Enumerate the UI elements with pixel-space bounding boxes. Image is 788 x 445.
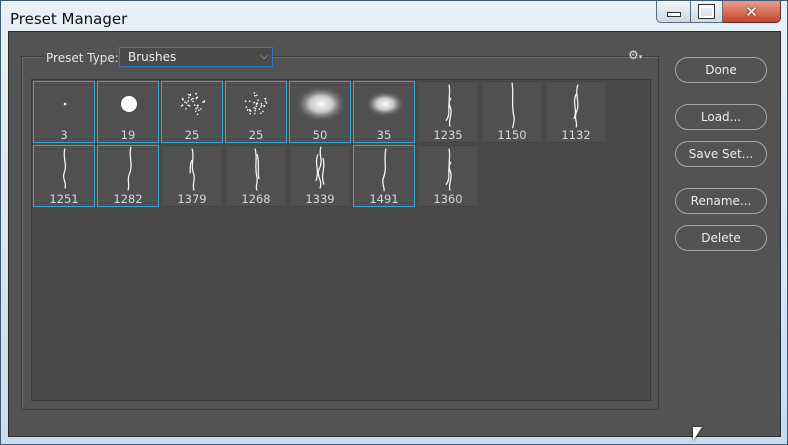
minimize-icon <box>666 12 681 17</box>
brush-tile[interactable]: 1251 <box>33 145 95 207</box>
preset-type-label: Preset Type: <box>43 51 122 65</box>
brush-tile[interactable]: 25 <box>161 81 223 143</box>
brush-size-label: 1251 <box>49 192 79 206</box>
caption-buttons: ✕ <box>656 1 781 25</box>
brush-size-label: 3 <box>60 128 68 142</box>
brush-tile[interactable]: 1132 <box>545 81 607 143</box>
window-title: Preset Manager <box>10 10 128 28</box>
brush-size-label: 1282 <box>113 192 143 206</box>
brush-preview-icon <box>445 84 452 127</box>
delete-button[interactable]: Delete <box>675 225 767 251</box>
brush-preview-icon <box>244 92 268 115</box>
close-button[interactable]: ✕ <box>723 1 781 23</box>
brush-preview-icon <box>295 86 347 122</box>
brush-preview-icon <box>573 84 579 128</box>
brush-preview-icon <box>62 148 67 189</box>
brush-preview-icon <box>315 146 325 189</box>
brush-size-label: 1360 <box>433 192 463 206</box>
brush-size-label: 1339 <box>305 192 335 206</box>
brush-size-label: 1491 <box>369 192 399 206</box>
brush-size-label: 1235 <box>433 128 463 142</box>
brush-preview-icon <box>189 148 195 191</box>
preset-type-select[interactable]: Brushes ⌵ <box>119 47 273 67</box>
brush-size-label: 25 <box>184 128 200 142</box>
preset-manager-window: Preset Manager ✕ Preset Type: Brushes ⌵ … <box>0 0 788 445</box>
close-icon: ✕ <box>745 2 758 21</box>
brush-size-label: 1150 <box>497 128 527 142</box>
brush-preview-icon <box>445 148 452 191</box>
brush-preview-icon <box>511 82 515 129</box>
gear-icon: ⚙ <box>628 48 639 62</box>
maximize-button[interactable] <box>691 1 723 23</box>
chevron-down-icon: ⌵ <box>260 51 268 62</box>
brush-preview-icon <box>365 91 405 117</box>
brush-tile[interactable]: 19 <box>97 81 159 143</box>
brush-tile[interactable]: 25 <box>225 81 287 143</box>
brush-tile[interactable]: 1360 <box>417 145 479 207</box>
brush-tile[interactable]: 35 <box>353 81 415 143</box>
brush-preview-icon <box>63 102 67 106</box>
brush-tile[interactable]: 1339 <box>289 145 351 207</box>
minimize-button[interactable] <box>656 1 691 23</box>
brush-preview-icon <box>254 148 260 191</box>
gear-menu-button[interactable]: ⚙▾ <box>628 48 642 62</box>
brush-size-label: 1132 <box>561 128 591 142</box>
brush-size-label: 25 <box>248 128 264 142</box>
preset-type-value: Brushes <box>128 50 177 64</box>
cursor-icon <box>693 427 702 441</box>
maximize-icon <box>698 4 715 19</box>
brush-tile[interactable]: 1150 <box>481 81 543 143</box>
brush-tile[interactable]: 50 <box>289 81 351 143</box>
brush-preview-icon <box>382 148 387 192</box>
brush-preset-grid[interactable]: 3 19 25 25 50 35 1235 1150 1132 1251 1282 1379 1268 1… <box>31 79 651 401</box>
brush-size-label: 35 <box>376 128 392 142</box>
brush-tile[interactable]: 1491 <box>353 145 415 207</box>
brush-size-label: 1268 <box>241 192 271 206</box>
chevron-down-icon: ▾ <box>638 53 643 61</box>
brush-tile[interactable]: 1268 <box>225 145 287 207</box>
rename-button[interactable]: Rename... <box>675 188 767 214</box>
save-set-button[interactable]: Save Set... <box>675 141 767 167</box>
dialog-body: Preset Type: Brushes ⌵ ⚙▾ 3 19 25 25 50 35 123… <box>8 31 781 437</box>
load-button[interactable]: Load... <box>675 104 767 130</box>
brush-tile[interactable]: 3 <box>33 81 95 143</box>
brush-size-label: 1379 <box>177 192 207 206</box>
brush-preview-icon <box>121 96 137 112</box>
done-button[interactable]: Done <box>675 57 767 83</box>
brush-preview-icon <box>127 146 132 191</box>
brush-tile[interactable]: 1282 <box>97 145 159 207</box>
brush-size-label: 50 <box>312 128 328 142</box>
brush-size-label: 19 <box>120 128 136 142</box>
brush-tile[interactable]: 1379 <box>161 145 223 207</box>
brush-tile[interactable]: 1235 <box>417 81 479 143</box>
brush-preview-icon <box>180 92 206 116</box>
